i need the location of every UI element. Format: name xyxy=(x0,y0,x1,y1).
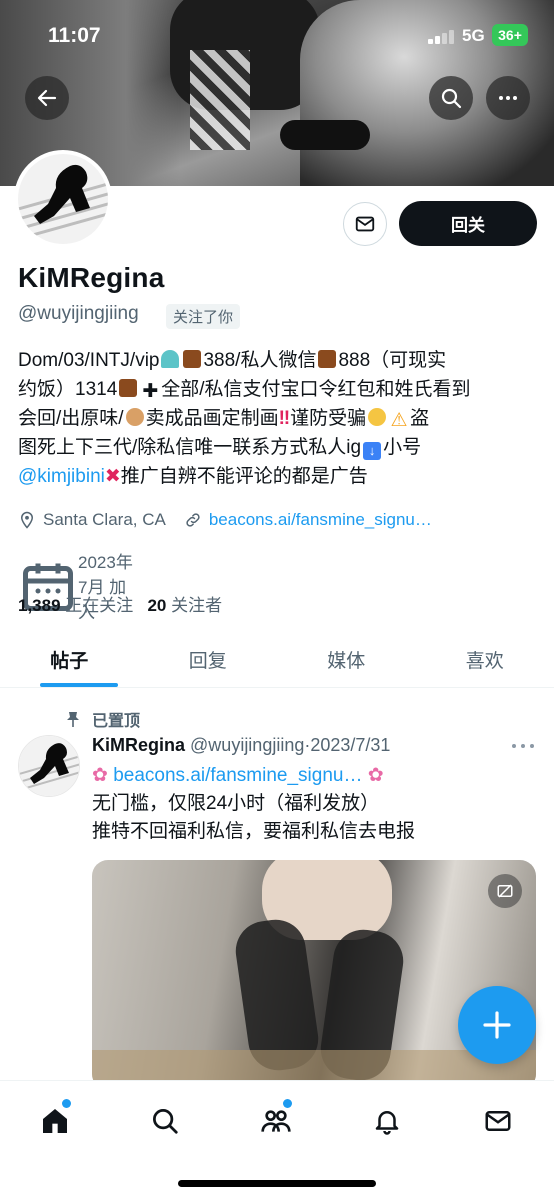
followers-label: 关注者 xyxy=(171,596,223,615)
user-handle: @wuyijingjiing xyxy=(18,303,139,324)
location-icon xyxy=(20,511,34,529)
plus-emoji-icon: ✚ xyxy=(142,381,159,402)
battery-icon: 36+ xyxy=(492,24,528,46)
bio-text: 全部/私信支付宝口令红包和姓氏看到 xyxy=(161,379,471,400)
tab-replies[interactable]: 回复 xyxy=(139,632,278,687)
bio-text: 会回/出原味/ xyxy=(18,408,124,429)
post-author-avatar[interactable] xyxy=(18,735,80,797)
bio-text: 小号 xyxy=(383,437,422,458)
signal-icon xyxy=(428,30,454,44)
cross-emoji-icon: ✖ xyxy=(104,466,121,487)
bio-text: 盗 xyxy=(410,408,430,429)
bio-text: 卖成品画定制画 xyxy=(145,408,279,429)
more-icon xyxy=(499,96,517,100)
banner-collar xyxy=(280,120,370,150)
notifications-icon xyxy=(375,1111,399,1135)
down-arrow-emoji-icon: ↓ xyxy=(363,442,382,460)
back-arrow-icon xyxy=(37,89,57,107)
home-icon xyxy=(43,1109,67,1133)
display-name: KiMRegina xyxy=(18,262,165,293)
post-body: ✿ beacons.ai/fansmine_signu… ✿ 无门槛，仅限24小… xyxy=(92,762,532,846)
follow-counts: 1,389 正在关注 20 关注者 xyxy=(18,591,222,616)
search-icon xyxy=(153,1109,178,1134)
search-icon xyxy=(441,88,462,109)
status-time: 11:07 xyxy=(48,24,101,47)
banner-strap xyxy=(190,50,250,150)
network-type: 5G xyxy=(462,26,485,45)
nav-notifications[interactable] xyxy=(367,1101,407,1141)
bio-text: 888（可现实 xyxy=(338,350,447,371)
tab-likes[interactable]: 喜欢 xyxy=(416,632,554,687)
post-link[interactable]: beacons.ai/fansmine_signu… xyxy=(113,765,362,786)
following-link[interactable]: 1,389 正在关注 xyxy=(18,596,133,615)
link-icon xyxy=(186,513,200,527)
post-author-name[interactable]: KiMRegina xyxy=(92,735,185,755)
artist-emoji-icon xyxy=(125,408,144,426)
following-count: 1,389 xyxy=(18,596,61,615)
sensitive-media-icon[interactable] xyxy=(488,874,522,908)
profile-avatar[interactable] xyxy=(14,150,112,248)
pin-icon xyxy=(67,712,79,727)
pinned-label: 已置顶 xyxy=(92,713,141,730)
post-text-line: 无门槛，仅限24小时（福利发放） xyxy=(92,793,380,814)
warning-emoji-icon: ‼ xyxy=(278,408,291,429)
home-indicator xyxy=(178,1180,376,1187)
following-label: 正在关注 xyxy=(65,596,134,615)
follows-you-badge: 关注了你 xyxy=(166,304,241,329)
caution-emoji-icon: ⚠ xyxy=(390,410,408,431)
communities-icon xyxy=(261,1110,291,1132)
tab-posts[interactable]: 帖子 xyxy=(0,632,139,687)
message-button[interactable] xyxy=(343,202,387,246)
cat-emoji-icon xyxy=(368,408,387,426)
followers-count: 20 xyxy=(147,596,167,615)
avatar-image xyxy=(18,154,108,244)
nav-search[interactable] xyxy=(145,1101,185,1141)
followers-link[interactable]: 20 关注者 xyxy=(147,596,222,615)
nav-messages[interactable] xyxy=(478,1101,518,1141)
follow-back-button[interactable]: 回关 xyxy=(399,201,537,246)
messages-icon xyxy=(485,1111,511,1131)
flower-emoji-icon: ✿ xyxy=(367,765,384,786)
more-button[interactable] xyxy=(486,76,530,120)
post-header: KiMRegina @wuyijingjiing·2023/7/31 xyxy=(92,735,390,756)
door-emoji-icon xyxy=(183,350,202,368)
bio-text: 约饭）1314 xyxy=(18,379,118,400)
post-author-handle: @wuyijingjiing xyxy=(190,735,305,755)
notification-dot xyxy=(283,1099,292,1108)
nav-home[interactable] xyxy=(35,1099,75,1141)
avatar-image xyxy=(19,736,79,796)
back-button[interactable] xyxy=(25,76,69,120)
bio-mention-link[interactable]: @kimjibini xyxy=(18,466,105,487)
bio-text: 图死上下三代/除私信唯一联系方式私人ig xyxy=(18,437,362,458)
profile-website-link[interactable]: beacons.ai/fansmine_signu… xyxy=(209,510,432,530)
status-bar: 11:07 5G 36+ xyxy=(0,18,554,52)
profile-bio: Dom/03/INTJ/vip 388/私人微信 888（可现实 约饭）1314 ✚ 全… xyxy=(18,346,538,491)
bio-text: 388/私人微信 xyxy=(203,350,317,371)
door-emoji-icon xyxy=(119,379,138,397)
search-button[interactable] xyxy=(429,76,473,120)
door-emoji-icon xyxy=(318,350,337,368)
post-text-line: 推特不回福利私信，要福利私信去电报 xyxy=(92,821,416,842)
profile-tabs: 帖子 回复 媒体 喜欢 xyxy=(0,632,554,688)
post-more-icon[interactable] xyxy=(510,738,536,754)
bio-text: Dom/03/INTJ/vip xyxy=(18,350,160,371)
profile-meta-row: Santa Clara, CA beacons.ai/fansmine_sign… xyxy=(18,510,432,530)
post-date[interactable]: 2023/7/31 xyxy=(310,735,390,755)
mail-icon xyxy=(355,216,375,232)
profile-location: Santa Clara, CA xyxy=(43,510,166,529)
compose-button[interactable] xyxy=(458,986,536,1064)
flower-emoji-icon: ✿ xyxy=(92,765,108,786)
post-video[interactable] xyxy=(92,860,536,1090)
bio-text: 推广自辨不能评论的都是广告 xyxy=(120,466,368,487)
dress-emoji-icon xyxy=(161,350,180,368)
tab-media[interactable]: 媒体 xyxy=(277,632,416,687)
nav-communities[interactable] xyxy=(256,1099,296,1141)
pinned-indicator: 已置顶 xyxy=(66,707,140,731)
plus-icon xyxy=(483,1011,511,1039)
bio-text: 谨防受骗 xyxy=(290,408,367,429)
notification-dot xyxy=(62,1099,71,1108)
